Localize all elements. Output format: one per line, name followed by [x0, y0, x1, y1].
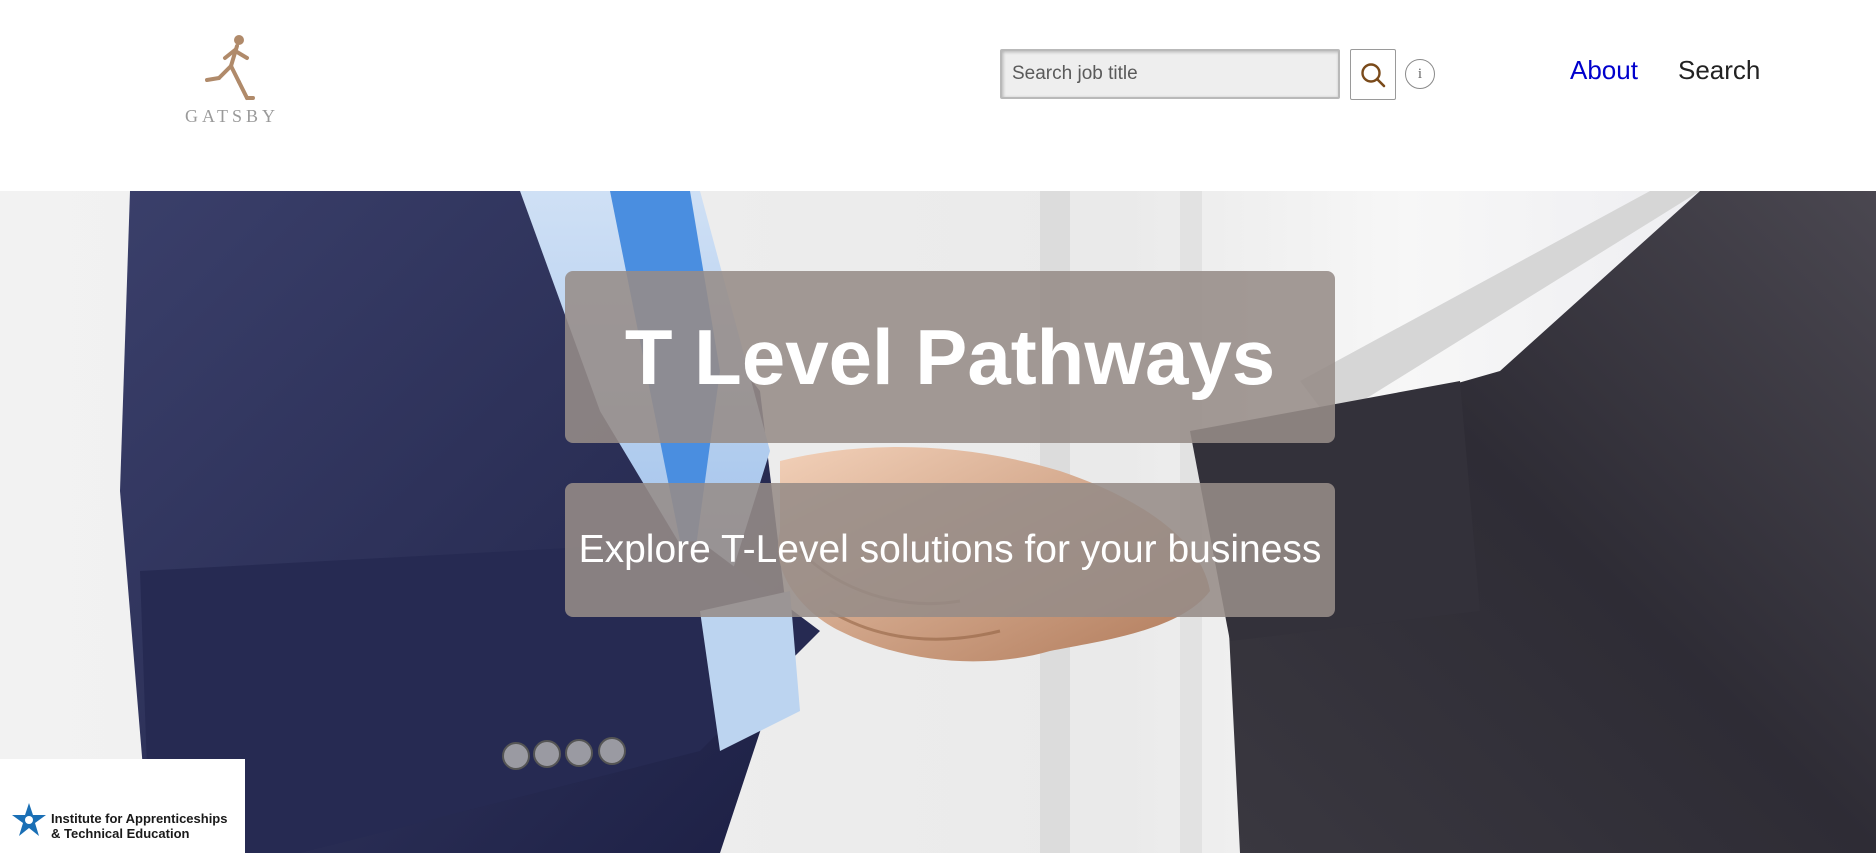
search-button[interactable] — [1350, 49, 1396, 100]
hero-title: T Level Pathways — [624, 312, 1276, 401]
star-logo-icon — [12, 803, 46, 836]
info-icon[interactable]: i — [1405, 59, 1435, 89]
search-input[interactable] — [1000, 49, 1340, 99]
hero-subtitle-box[interactable]: Explore T-Level solutions for your busin… — [565, 483, 1335, 617]
logo-text: GATSBY — [184, 106, 279, 126]
site-header: GATSBY i About Search — [0, 0, 1876, 191]
search-icon — [1361, 62, 1386, 87]
gatsby-logo[interactable]: GATSBY — [182, 32, 282, 132]
ifate-name: Institute for Apprenticeships & Technica… — [51, 811, 227, 841]
ifate-line1: Institute for Apprenticeships — [51, 811, 228, 826]
hero-subtitle: Explore T-Level solutions for your busin… — [578, 528, 1322, 571]
ifate-line2: & Technical Education — [51, 826, 190, 841]
nav-about-link[interactable]: About — [1570, 55, 1638, 86]
hero-banner: T Level Pathways Explore T-Level solutio… — [0, 191, 1876, 853]
nav-search-link[interactable]: Search — [1678, 55, 1760, 86]
ifate-badge[interactable]: Institute for Apprenticeships & Technica… — [0, 759, 245, 853]
running-mannequin-icon — [205, 35, 255, 100]
hero-title-box: T Level Pathways — [565, 271, 1335, 443]
